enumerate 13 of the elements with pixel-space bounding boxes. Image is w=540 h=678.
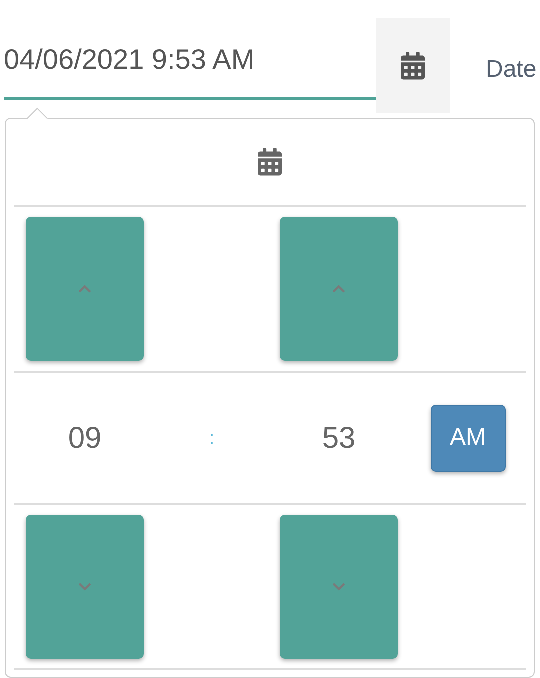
decrement-button[interactable] [280,514,398,658]
decrement-button[interactable] [26,514,144,658]
period-toggle-button[interactable]: AM [430,404,506,472]
time-separator: : [209,426,214,450]
date-label: Date [486,55,537,85]
calendar-button[interactable] [376,18,450,113]
calendar-icon [401,52,425,80]
hours-value: 09 [68,420,102,456]
minutes-value: 53 [322,420,356,456]
increment-button[interactable] [280,217,398,361]
calendar-icon[interactable] [258,148,282,176]
increment-button[interactable] [26,217,144,361]
datetime-field[interactable]: 04/06/2021 9:53 AM [4,18,376,100]
